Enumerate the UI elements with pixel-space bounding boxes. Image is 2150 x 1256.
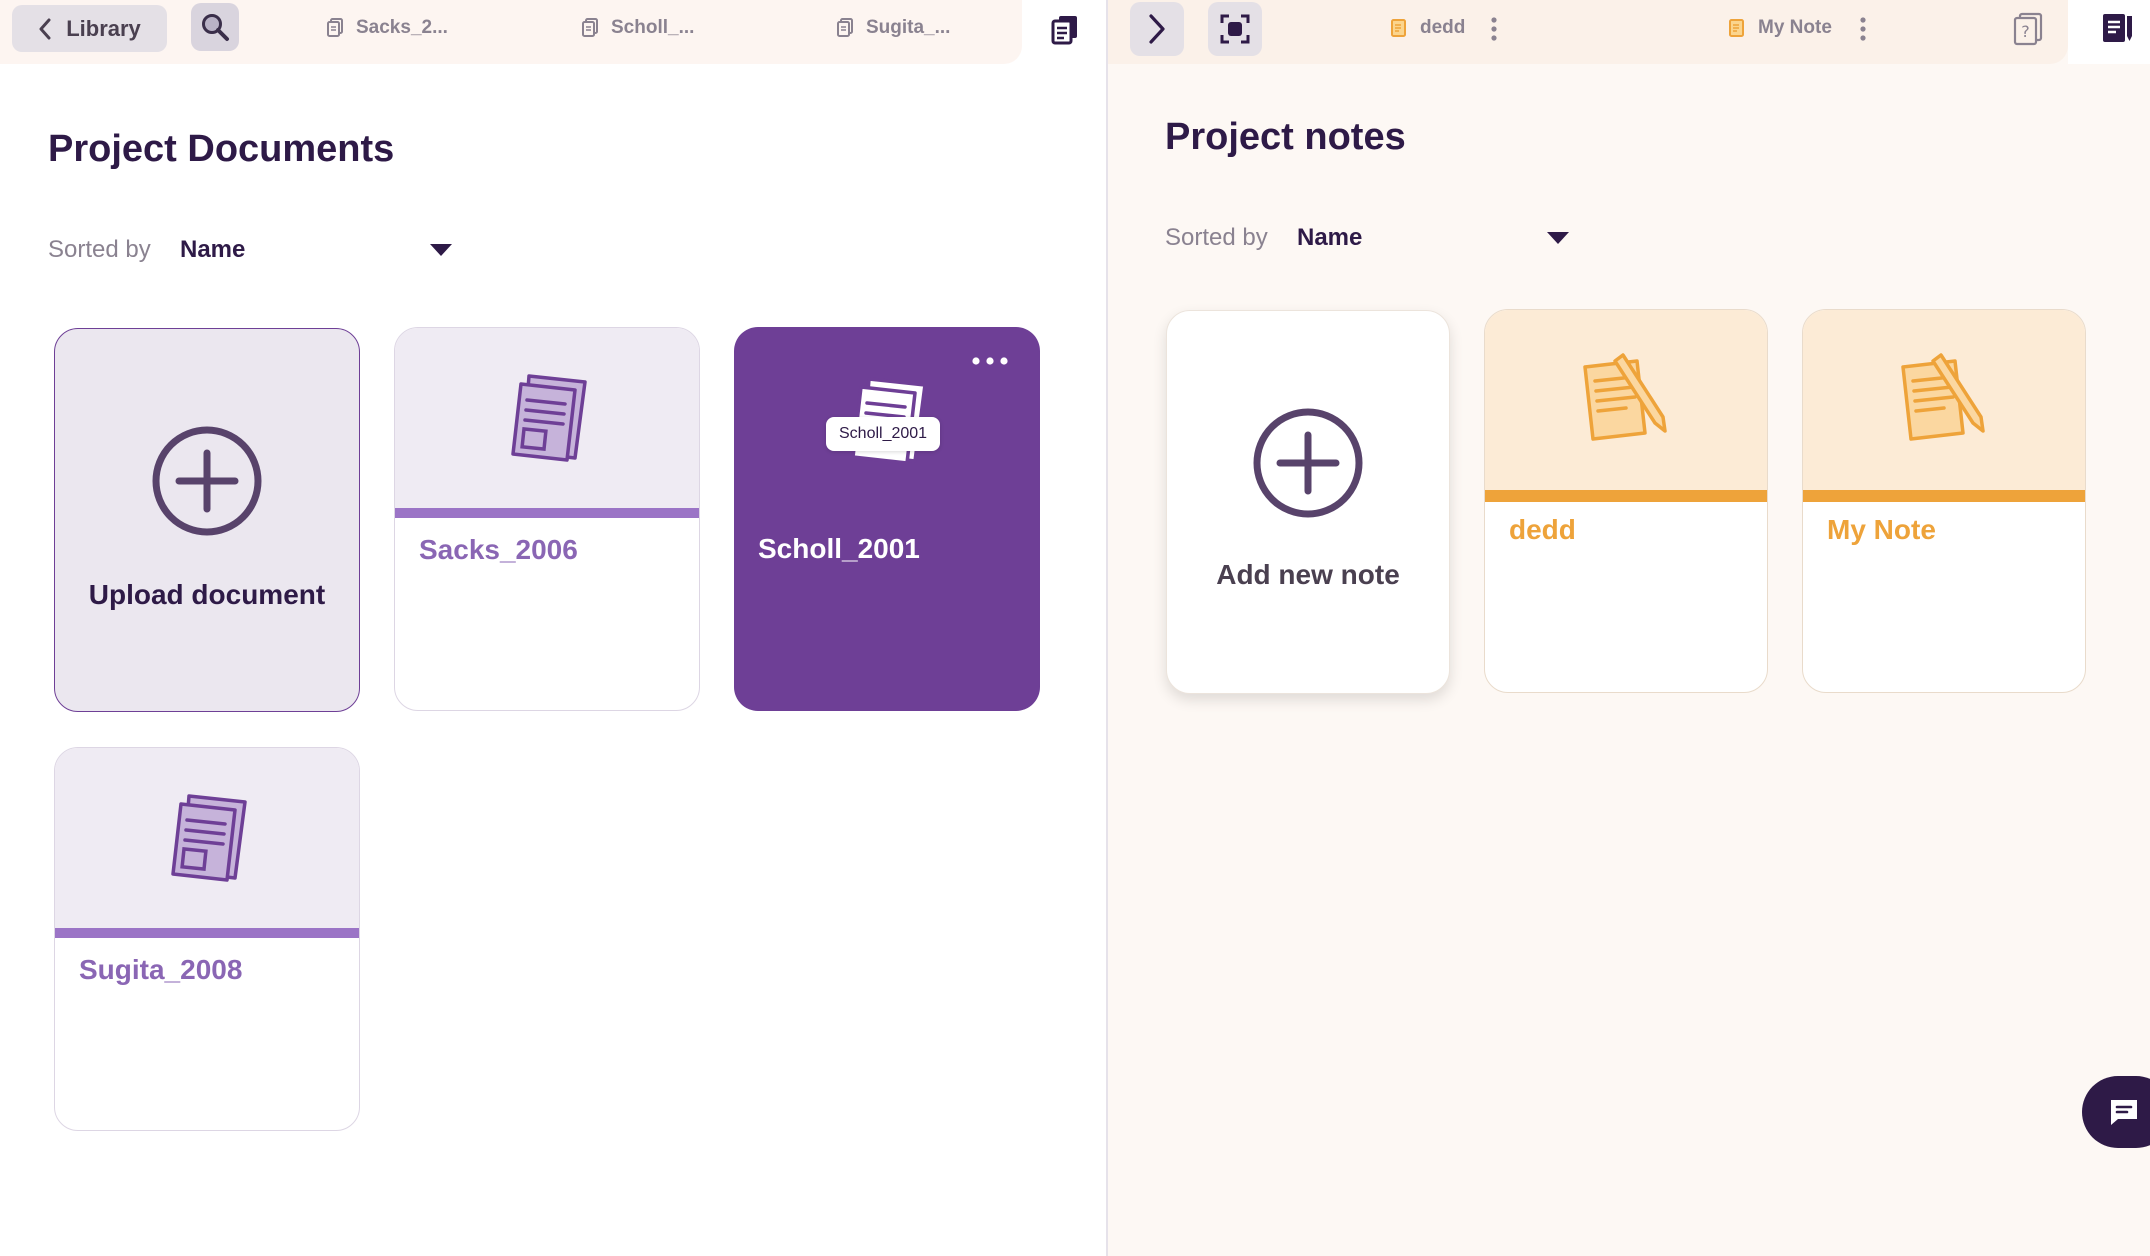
focus-mode-button[interactable] (1208, 2, 1262, 56)
notes-sort[interactable]: Sorted by Name (1165, 224, 1569, 252)
caret-down-icon[interactable] (430, 244, 452, 256)
note-card-dedd[interactable]: dedd (1484, 309, 1768, 693)
notes-overview-tab[interactable] (2068, 0, 2150, 64)
notes-title: Project notes (1165, 116, 1406, 158)
more-vertical-icon[interactable] (1859, 16, 1867, 42)
help-icon[interactable]: ? (2012, 12, 2044, 46)
tab-document-sacks[interactable]: Sacks_2... (326, 14, 448, 42)
card-accent-bar (1803, 490, 2085, 502)
expand-pane-button[interactable] (1130, 2, 1184, 56)
tab-label: Sacks_2... (356, 17, 448, 38)
sort-value: Name (180, 236, 246, 263)
plus-circle-icon (1253, 408, 1363, 518)
document-name: Sugita_2008 (79, 954, 243, 985)
document-icon (837, 18, 853, 37)
note-icon (1901, 353, 1985, 441)
chat-button[interactable] (2082, 1076, 2150, 1148)
document-icon (582, 18, 598, 37)
search-icon (202, 14, 229, 41)
tab-note-dedd[interactable]: dedd (1390, 14, 1465, 42)
caret-down-icon[interactable] (1547, 232, 1569, 244)
document-icon (327, 18, 343, 37)
documents-stack-icon (1051, 16, 1077, 45)
notes-list-icon (2103, 14, 2132, 42)
sort-value: Name (1297, 224, 1363, 251)
note-icon (1729, 19, 1744, 37)
chevron-left-icon (39, 18, 51, 39)
library-back-label: Library (66, 15, 141, 41)
card-thumbnail (55, 748, 359, 928)
upload-label: Upload document (88, 579, 326, 610)
tab-label: My Note (1758, 17, 1832, 38)
tab-label: dedd (1420, 17, 1466, 38)
document-card-scholl[interactable]: Scholl_2001 Scholl_2001 (734, 327, 1040, 711)
card-thumbnail (1485, 310, 1767, 490)
card-accent-bar (1485, 490, 1767, 502)
search-button[interactable] (191, 3, 239, 51)
tab-document-scholl[interactable]: Scholl_... (581, 14, 694, 42)
more-horizontal-icon[interactable] (970, 355, 1010, 367)
document-card-sacks[interactable]: Sacks_2006 (394, 327, 700, 711)
tab-document-sugita[interactable]: Sugita_... (836, 14, 950, 42)
add-note-card[interactable]: Add new note (1166, 310, 1450, 694)
document-tooltip: Scholl_2001 (826, 417, 941, 451)
document-icon (511, 374, 587, 462)
note-icon (1391, 19, 1406, 37)
notes-tabbar: dedd My Note ? (1108, 0, 2068, 64)
upload-document-card[interactable]: Upload document (54, 328, 360, 712)
card-accent-bar (395, 508, 699, 518)
more-vertical-icon[interactable] (1490, 16, 1498, 42)
chevron-right-icon (1149, 14, 1165, 44)
document-name: Scholl_2001 (758, 533, 920, 564)
sort-label: Sorted by (48, 236, 151, 263)
card-thumbnail (395, 328, 699, 508)
note-icon (1583, 353, 1667, 441)
card-accent-bar (55, 928, 359, 938)
note-name: dedd (1509, 514, 1576, 545)
sort-label: Sorted by (1165, 224, 1268, 251)
document-icon (171, 794, 247, 882)
documents-overview-tab[interactable] (1022, 0, 1106, 64)
plus-circle-icon (152, 426, 262, 536)
documents-tabbar: Library Sacks_2... Scholl_... Sugita_... (0, 0, 1022, 64)
document-name: Sacks_2006 (419, 534, 578, 565)
add-note-label: Add new note (1216, 559, 1400, 590)
tab-label: Sugita_... (866, 17, 951, 38)
tab-note-my-note[interactable]: My Note (1728, 14, 1832, 42)
card-thumbnail (1803, 310, 2085, 490)
document-card-sugita[interactable]: Sugita_2008 (54, 747, 360, 1131)
note-card-my-note[interactable]: My Note (1802, 309, 2086, 693)
documents-sort[interactable]: Sorted by Name (48, 236, 452, 264)
fullscreen-icon (1220, 14, 1250, 44)
tab-label: Scholl_... (611, 17, 695, 38)
library-back-button[interactable]: Library (12, 5, 167, 52)
chat-icon (2111, 1100, 2137, 1125)
svg-text:?: ? (2021, 22, 2030, 41)
note-name: My Note (1827, 514, 1936, 545)
documents-title: Project Documents (48, 128, 395, 170)
